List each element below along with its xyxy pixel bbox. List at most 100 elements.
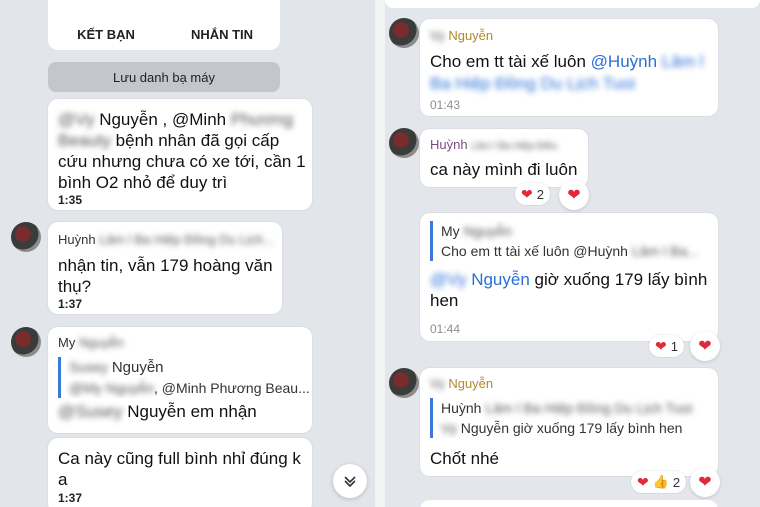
- message-text-line: ca này mình đi luôn: [430, 160, 578, 179]
- quote-text: Cho em tt tài xế luôn @Huỳnh Lâm l Ba...: [441, 241, 711, 261]
- thumbs-up-icon: 👍: [652, 474, 669, 489]
- sender-name: Vy Nguyễn: [430, 376, 493, 391]
- mention-blurred: Lâm l: [661, 52, 704, 71]
- sender-name-blurred: Vy: [430, 28, 445, 43]
- message-text-line: cứu nhưng chưa có xe tới, cần 1: [58, 152, 306, 171]
- message-bubble[interactable]: Vy Nguyễn Cho em tt tài xế luôn @Huỳnh L…: [420, 19, 718, 116]
- mention-blurred: Beauty: [58, 131, 111, 150]
- sender-name-text: Huỳnh: [430, 137, 468, 152]
- message-text-line: Ca này cũng full bình nhỉ đúng k: [58, 449, 301, 468]
- mention-name[interactable]: Nguyễn: [471, 270, 530, 289]
- sender-name-text: Huỳnh: [58, 232, 96, 247]
- message-time: 1:37: [58, 491, 83, 505]
- react-heart-button[interactable]: ❤: [559, 180, 589, 210]
- react-heart-button[interactable]: ❤: [690, 331, 720, 361]
- quote-mention: @My Nguyễn: [69, 380, 155, 396]
- reaction-summary[interactable]: ❤ 👍 2: [631, 471, 687, 493]
- mention-blurred: @Vy: [430, 270, 467, 289]
- message-time: 1:37: [58, 297, 83, 311]
- quote-sender-blurred: Susey: [69, 359, 108, 375]
- mention-name[interactable]: @Huỳnh: [591, 52, 657, 71]
- message-bubble[interactable]: My Nguyễn Susey Nguyễn @My Nguyễn, @Minh…: [48, 327, 312, 433]
- quote-text: Vy Nguyễn giờ xuống 179 lấy bình hen: [441, 418, 716, 438]
- save-contacts-button[interactable]: Lưu danh bạ máy: [48, 62, 280, 92]
- quote-sender-blurred: Nguyễn: [463, 223, 512, 239]
- previous-message-edge: [385, 0, 760, 8]
- chevron-down-icon: [344, 476, 356, 488]
- send-message-button[interactable]: NHẮN TIN: [164, 0, 280, 50]
- quote-sender: My Nguyễn: [441, 221, 711, 241]
- quote-sender: Susey Nguyễn: [69, 357, 309, 378]
- message-bubble[interactable]: Vy Nguyễn Huỳnh Lâm l Ba Hiệp Đồng Du Lị…: [420, 368, 718, 476]
- avatar[interactable]: [389, 18, 419, 48]
- mention-second: , @Minh: [162, 110, 227, 129]
- mention-blurred: Ba Hiệp Đồng Du Lịch Tuoi: [430, 74, 636, 93]
- reaction-summary[interactable]: ❤ 1: [649, 335, 684, 357]
- message-time: 1:35: [58, 193, 83, 207]
- message-text-line: Chốt nhé: [430, 449, 499, 468]
- right-chat-pane: Vy Nguyễn Cho em tt tài xế luôn @Huỳnh L…: [385, 0, 760, 507]
- quote-sender-name: My: [441, 223, 460, 239]
- left-chat-pane: KẾT BẠN NHẮN TIN Lưu danh bạ máy @Vy Ngu…: [0, 0, 375, 507]
- message-text-line: giờ xuống 179 lấy bình: [534, 270, 708, 289]
- quoted-message[interactable]: Huỳnh Lâm l Ba Hiệp Đồng Du Lịch Tuoi Vy…: [430, 398, 716, 438]
- message-text-line: Cho em tt tài xế luôn: [430, 52, 586, 71]
- mention-blurred: @Susey: [58, 402, 123, 421]
- heart-icon: ❤: [567, 187, 581, 204]
- mention-blurred: Phương: [230, 110, 294, 129]
- message-text-line: em nhận: [190, 402, 257, 421]
- sender-name-blurred: Vy: [430, 376, 445, 391]
- pane-divider: [375, 0, 385, 507]
- message-bubble[interactable]: @Vy Nguyễn , @Minh Phương Beauty bệnh nh…: [48, 99, 312, 210]
- heart-icon: ❤: [655, 337, 667, 354]
- mention-blurred: @Vy: [58, 110, 95, 129]
- message-text: Beauty bệnh nhân đã gọi cấp: [58, 130, 279, 152]
- heart-icon: ❤: [698, 338, 712, 355]
- avatar[interactable]: [389, 128, 419, 158]
- react-heart-button[interactable]: ❤: [690, 467, 720, 497]
- next-message-edge: [420, 500, 718, 507]
- message-bubble[interactable]: My Nguyễn Cho em tt tài xế luôn @Huỳnh L…: [420, 213, 718, 341]
- heart-icon: ❤: [637, 473, 649, 490]
- message-bubble[interactable]: Huỳnh Lâm l Ba Hiệp Đồng Du Lịch... nhận…: [48, 222, 282, 314]
- quoted-message[interactable]: My Nguyễn Cho em tt tài xế luôn @Huỳnh L…: [430, 221, 711, 261]
- message-time: 01:43: [430, 98, 461, 112]
- message-text-line: thụ?: [58, 277, 92, 296]
- quoted-message[interactable]: Susey Nguyễn @My Nguyễn, @Minh Phương Be…: [58, 357, 309, 398]
- quote-text-blurred: Vy: [441, 420, 457, 436]
- quote-sender-name: Nguyễn: [111, 359, 164, 376]
- message-bubble[interactable]: Ca này cũng full bình nhỉ đúng k a 1:37: [48, 438, 312, 507]
- message-bubble[interactable]: Huỳnh Lâm l Ba Hiệp Điều ca này mình đi …: [420, 129, 588, 187]
- mention-name: Nguyễn: [99, 110, 158, 129]
- quote-sender-blurred: Lâm l Ba Hiệp Đồng Du Lịch Tuoi: [485, 400, 693, 416]
- reaction-summary[interactable]: ❤ 2: [515, 183, 550, 205]
- message-text: @Susey Nguyễn em nhận: [58, 401, 257, 423]
- quote-text: @My Nguyễn, @Minh Phương Beau...: [69, 378, 309, 398]
- sender-name-blurred: Nguyễn: [78, 335, 124, 350]
- reaction-count: 2: [672, 474, 681, 490]
- add-friend-button[interactable]: KẾT BẠN: [48, 0, 164, 50]
- sender-name-blurred: Lâm l Ba Hiệp Đồng Du Lịch...: [99, 232, 275, 247]
- quote-text-line: Nguyễn giờ xuống 179 lấy bình hen: [460, 420, 683, 436]
- quote-sender-name: Huỳnh: [441, 400, 482, 416]
- save-contacts-label: Lưu danh bạ máy: [113, 69, 215, 85]
- message-text-line: bệnh nhân đã gọi cấp: [115, 131, 280, 150]
- quote-text-blurred: Lâm l Ba...: [631, 243, 699, 259]
- sender-name: My Nguyễn: [58, 335, 124, 350]
- reaction-count: 2: [536, 186, 544, 202]
- heart-icon: ❤: [698, 474, 712, 491]
- reaction-count: 1: [670, 338, 678, 354]
- sender-name: Vy Nguyễn: [430, 28, 493, 43]
- avatar[interactable]: [11, 327, 41, 357]
- message-text-line: Ba Hiệp Đồng Du Lịch Tuoi: [430, 73, 635, 95]
- message-text: Cho em tt tài xế luôn @Huỳnh Lâm l: [430, 51, 703, 73]
- scroll-down-button[interactable]: [333, 464, 367, 498]
- sender-name: Huỳnh Lâm l Ba Hiệp Đồng Du Lịch...: [58, 232, 274, 247]
- message-text-line: a: [58, 470, 68, 489]
- mention-name: Nguyễn: [127, 402, 186, 421]
- message-text: @Vy Nguyễn giờ xuống 179 lấy bình: [430, 269, 707, 291]
- avatar[interactable]: [11, 222, 41, 252]
- message-text-line: nhận tin, vẫn 179 hoàng văn: [58, 256, 273, 275]
- avatar[interactable]: [389, 368, 419, 398]
- heart-icon: ❤: [521, 185, 533, 202]
